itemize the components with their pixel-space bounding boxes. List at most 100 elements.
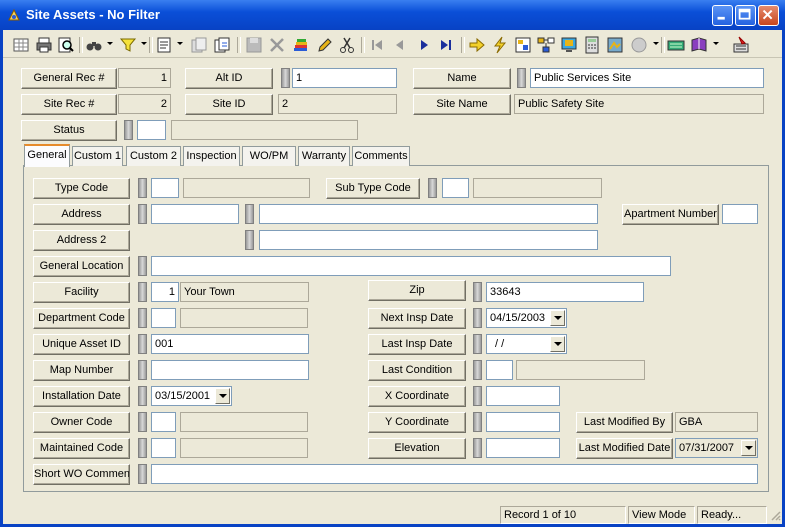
exit-icon[interactable]: [731, 35, 751, 55]
keyboard-icon[interactable]: [666, 35, 686, 55]
elevation-button[interactable]: Elevation: [368, 438, 466, 459]
short-wo-comment-button[interactable]: Short WO Comment: [33, 464, 130, 485]
next-insp-date-picker[interactable]: 04/15/2003: [486, 308, 567, 328]
report-icon[interactable]: [154, 35, 174, 55]
site-id-button[interactable]: Site ID: [185, 94, 273, 115]
maximize-button[interactable]: [735, 5, 756, 26]
tab-general[interactable]: General: [24, 144, 70, 167]
books-icon[interactable]: [291, 35, 311, 55]
site-map-icon[interactable]: [513, 35, 533, 55]
facility-button[interactable]: Facility: [33, 282, 130, 303]
last-modified-date-picker[interactable]: 07/31/2007: [675, 438, 758, 458]
type-code-button[interactable]: Type Code: [33, 178, 130, 199]
tab-inspection[interactable]: Inspection: [183, 146, 240, 166]
address-number-field[interactable]: [151, 204, 239, 224]
alt-id-button[interactable]: Alt ID: [185, 68, 273, 89]
elevation-field[interactable]: [486, 438, 560, 458]
owner-code-button[interactable]: Owner Code: [33, 412, 130, 433]
tab-warranty[interactable]: Warranty: [298, 146, 350, 166]
owner-code-field[interactable]: [151, 412, 176, 432]
minimize-button[interactable]: [712, 5, 733, 26]
installation-date-picker[interactable]: 03/15/2001: [151, 386, 232, 406]
status-code-field[interactable]: [137, 120, 166, 140]
short-wo-comment-field[interactable]: [151, 464, 758, 484]
zip-field[interactable]: 33643: [486, 282, 644, 302]
apartment-number-field[interactable]: [722, 204, 758, 224]
next-record-icon[interactable]: [414, 35, 434, 55]
last-condition-button[interactable]: Last Condition: [368, 360, 466, 381]
y-coordinate-button[interactable]: Y Coordinate: [368, 412, 466, 433]
chevron-down-icon[interactable]: [550, 310, 565, 326]
last-record-icon[interactable]: [436, 35, 456, 55]
zip-button[interactable]: Zip: [368, 280, 466, 301]
address-2-button[interactable]: Address 2: [33, 230, 130, 251]
department-code-field[interactable]: [151, 308, 176, 328]
status-button[interactable]: Status: [21, 120, 117, 141]
apartment-number-button[interactable]: Apartment Number: [622, 204, 719, 225]
alt-id-field[interactable]: 1: [292, 68, 397, 88]
edit-pencil-icon[interactable]: [314, 35, 334, 55]
monitor-icon[interactable]: [559, 35, 579, 55]
tab-custom-2[interactable]: Custom 2: [126, 146, 181, 166]
help-book-icon[interactable]: [689, 35, 709, 55]
address-button[interactable]: Address: [33, 204, 130, 225]
facility-code-field[interactable]: 1: [151, 282, 179, 302]
map-number-button[interactable]: Map Number: [33, 360, 130, 381]
name-button[interactable]: Name: [413, 68, 511, 89]
general-location-field[interactable]: [151, 256, 671, 276]
copy-record-icon[interactable]: [189, 35, 209, 55]
last-modified-date-button[interactable]: Last Modified Date: [576, 438, 673, 459]
cut-icon[interactable]: [337, 35, 357, 55]
last-insp-date-button[interactable]: Last Insp Date: [368, 334, 466, 355]
globe-icon[interactable]: [629, 35, 649, 55]
sub-type-code-button[interactable]: Sub Type Code: [326, 178, 420, 199]
installation-date-button[interactable]: Installation Date: [33, 386, 130, 407]
site-name-button[interactable]: Site Name: [413, 94, 511, 115]
next-insp-date-button[interactable]: Next Insp Date: [368, 308, 466, 329]
general-location-button[interactable]: General Location: [33, 256, 130, 277]
address-street-field[interactable]: [259, 204, 598, 224]
site-rec-button[interactable]: Site Rec #: [21, 94, 117, 115]
general-rec-button[interactable]: General Rec #: [21, 68, 117, 89]
unique-asset-id-button[interactable]: Unique Asset ID: [33, 334, 130, 355]
address-2-field[interactable]: [259, 230, 598, 250]
tab-custom-1[interactable]: Custom 1: [72, 146, 123, 166]
filter-dropdown-icon[interactable]: [141, 42, 147, 45]
department-code-button[interactable]: Department Code: [33, 308, 130, 329]
delete-icon[interactable]: [267, 35, 287, 55]
grid-view-icon[interactable]: [11, 35, 31, 55]
previous-record-icon[interactable]: [390, 35, 410, 55]
last-insp-date-picker[interactable]: / /: [486, 334, 567, 354]
name-field[interactable]: Public Services Site: [530, 68, 764, 88]
maintained-code-field[interactable]: [151, 438, 176, 458]
chevron-down-icon[interactable]: [215, 388, 230, 404]
tab-wo-pm[interactable]: WO/PM: [242, 146, 296, 166]
close-button[interactable]: [758, 5, 779, 26]
map-icon[interactable]: [605, 35, 625, 55]
app-icon[interactable]: [6, 7, 22, 23]
x-coordinate-field[interactable]: [486, 386, 560, 406]
hierarchy-icon[interactable]: [536, 35, 556, 55]
chevron-down-icon[interactable]: [741, 440, 756, 456]
maintained-code-button[interactable]: Maintained Code: [33, 438, 130, 459]
report-dropdown-icon[interactable]: [177, 42, 183, 45]
find-dropdown-icon[interactable]: [107, 42, 113, 45]
save-icon[interactable]: [244, 35, 264, 55]
calculator-icon[interactable]: [582, 35, 602, 55]
resize-grip-icon[interactable]: [769, 509, 781, 521]
x-coordinate-button[interactable]: X Coordinate: [368, 386, 466, 407]
map-number-field[interactable]: [151, 360, 309, 380]
first-record-icon[interactable]: [367, 35, 387, 55]
sub-type-code-field[interactable]: [442, 178, 469, 198]
duplicate-icon[interactable]: [212, 35, 232, 55]
unique-asset-id-field[interactable]: 001: [151, 334, 309, 354]
print-preview-icon[interactable]: [56, 35, 76, 55]
filter-icon[interactable]: [118, 35, 138, 55]
tab-comments[interactable]: Comments: [352, 146, 410, 166]
last-modified-by-button[interactable]: Last Modified By: [576, 412, 673, 433]
y-coordinate-field[interactable]: [486, 412, 560, 432]
last-condition-field[interactable]: [486, 360, 513, 380]
lightning-icon[interactable]: [490, 35, 510, 55]
goto-arrow-icon[interactable]: [467, 35, 487, 55]
chevron-down-icon[interactable]: [550, 336, 565, 352]
